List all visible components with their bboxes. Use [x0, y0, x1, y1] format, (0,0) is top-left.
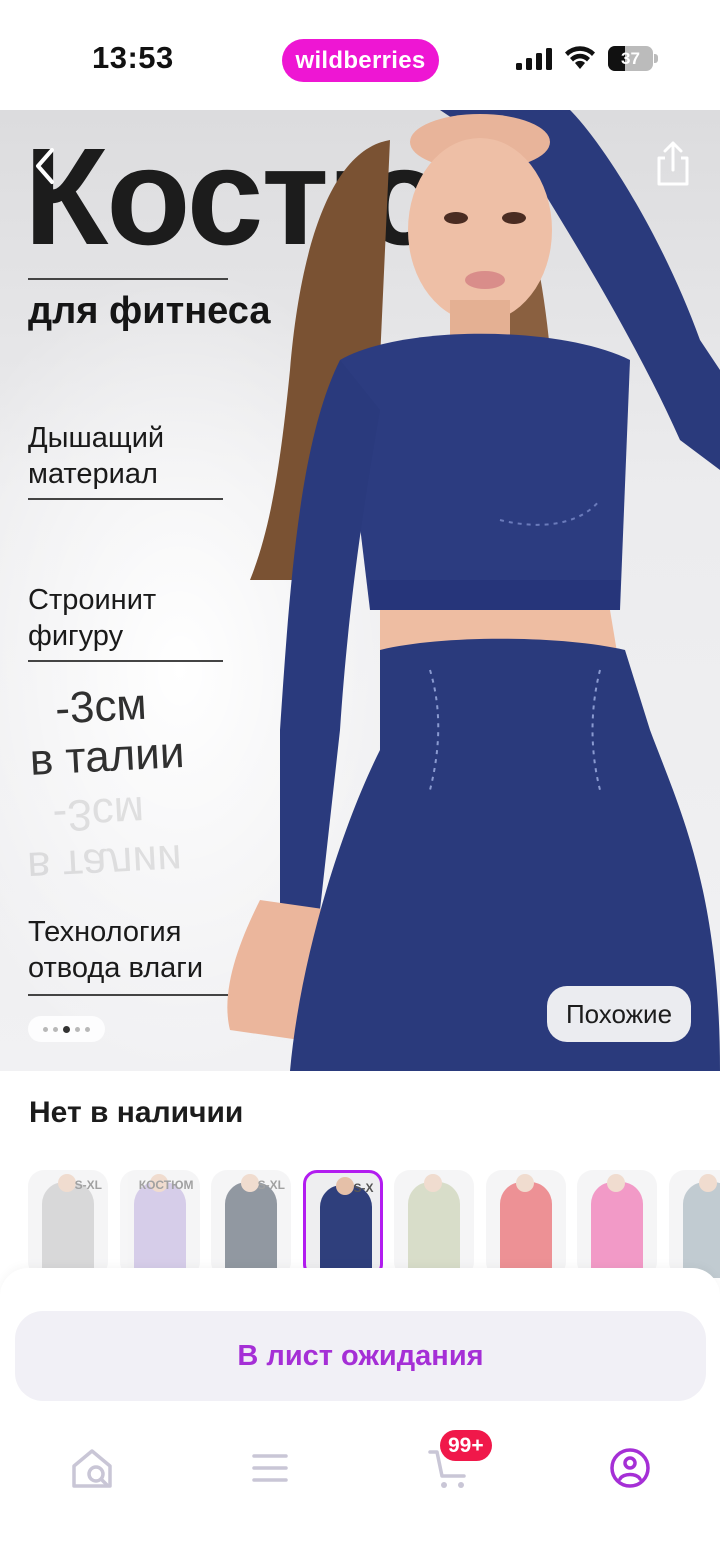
- pager-dot: [43, 1026, 48, 1032]
- color-variant-thumb[interactable]: S-XL: [211, 1170, 291, 1278]
- share-icon[interactable]: [655, 140, 691, 186]
- variant-figure-head: [335, 1177, 354, 1195]
- pager-dot: [85, 1026, 90, 1032]
- promo-reflection: в талии -3см: [26, 786, 184, 892]
- profile-icon[interactable]: [608, 1446, 652, 1490]
- status-time: 13:53: [92, 40, 174, 75]
- color-variant-thumb[interactable]: S-XL: [28, 1170, 108, 1278]
- pager-dot: [63, 1025, 70, 1033]
- color-variants-strip[interactable]: S-XL КОСТЮМ S-XL S-X: [28, 1170, 720, 1280]
- color-variant-thumb[interactable]: [668, 1170, 720, 1278]
- variant-size-tag: S-X: [353, 1181, 374, 1195]
- hero-subtitle: для фитнеса: [28, 290, 271, 332]
- feature-moisture: Технология отвода влаги: [28, 916, 204, 984]
- pager-dot: [53, 1026, 58, 1032]
- variant-figure-head: [58, 1174, 76, 1192]
- waitlist-button[interactable]: В лист ожидания: [15, 1311, 706, 1401]
- back-chevron-icon[interactable]: [30, 146, 60, 186]
- wildberries-logo: wildberries: [282, 39, 439, 82]
- pager-dot: [75, 1026, 80, 1032]
- variant-figure-head: [698, 1174, 717, 1192]
- color-variant-thumb[interactable]: [485, 1170, 566, 1278]
- variant-figure: [42, 1182, 94, 1278]
- color-variant-thumb[interactable]: [394, 1170, 474, 1278]
- variant-figure-head: [241, 1174, 259, 1192]
- color-variant-thumb[interactable]: КОСТЮМ: [119, 1170, 200, 1278]
- cellular-signal-icon: [516, 48, 552, 70]
- home-search-icon[interactable]: [70, 1446, 114, 1490]
- variant-figure: [682, 1182, 720, 1278]
- variant-figure-head: [515, 1174, 534, 1192]
- variant-figure: [225, 1182, 277, 1278]
- feature-slimming: Строинит фигуру: [28, 584, 157, 652]
- availability-status: Нет в наличии: [29, 1096, 244, 1129]
- variant-figure: [319, 1185, 372, 1275]
- similar-button[interactable]: Похожие: [547, 986, 691, 1042]
- variant-figure: [133, 1182, 186, 1278]
- variant-figure-head: [607, 1174, 625, 1192]
- battery-icon: 37: [608, 46, 658, 71]
- variant-size-tag: S-XL: [74, 1178, 102, 1192]
- product-image-carousel[interactable]: Костюм для фитнеса Дышащий материал Стро…: [0, 110, 720, 1071]
- promo-waist: -3см в талии: [28, 679, 186, 785]
- variant-figure-head: [424, 1174, 442, 1192]
- variant-figure: [408, 1182, 460, 1278]
- color-variant-thumb[interactable]: [577, 1170, 657, 1278]
- variant-figure: [591, 1182, 643, 1278]
- menu-icon[interactable]: [248, 1446, 292, 1490]
- tab-bar: [0, 1410, 720, 1520]
- cart-badge: 99+: [440, 1430, 492, 1461]
- wifi-icon: [565, 46, 595, 69]
- variant-figure: [499, 1182, 552, 1278]
- battery-level: 37: [621, 49, 640, 68]
- color-variant-thumb[interactable]: S-X: [302, 1170, 383, 1278]
- variant-size-tag: S-XL: [257, 1178, 285, 1192]
- variant-size-tag: КОСТЮМ: [138, 1178, 194, 1192]
- feature-breathable: Дышащий материал: [28, 422, 165, 490]
- carousel-pager: [28, 1016, 105, 1042]
- status-bar: 13:53 wildberries 37: [0, 0, 720, 110]
